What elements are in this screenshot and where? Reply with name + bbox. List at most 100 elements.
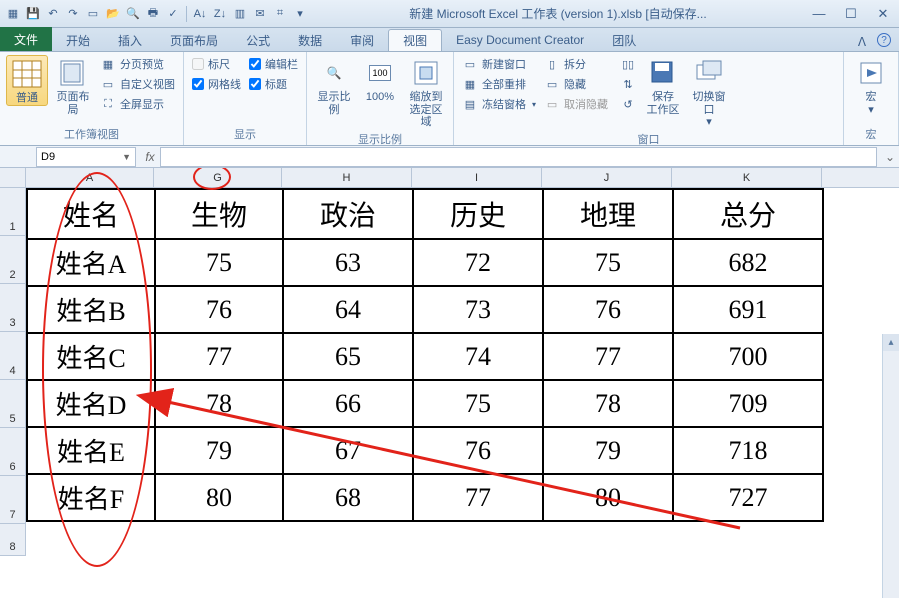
save-workspace-button[interactable]: 保存工作区 [642,55,684,116]
cell-r4-c2[interactable]: 65 [283,333,413,380]
qat-customize-icon[interactable]: ▾ [291,5,309,23]
row-header-2[interactable]: 2 [0,236,26,284]
formula-expand-icon[interactable]: ⌄ [881,150,899,164]
spell-icon[interactable]: ✓ [164,5,182,23]
namebox-dropdown-icon[interactable]: ▼ [122,152,131,162]
tab-page-layout[interactable]: 页面布局 [156,29,232,51]
split-button[interactable]: ▯拆分 [542,55,610,73]
formula-input[interactable] [160,147,877,167]
cell-r3-c2[interactable]: 64 [283,286,413,333]
cell-r1-c5[interactable]: 总分 [673,189,823,239]
row-headers[interactable]: 12345678 [0,188,26,556]
cell-r1-c2[interactable]: 政治 [283,189,413,239]
page-break-preview-button[interactable]: ▦分页预览 [98,55,177,73]
cell-r6-c3[interactable]: 76 [413,427,543,474]
column-header-G[interactable]: G [154,168,282,188]
switch-windows-button[interactable]: 切换窗口▾ [688,55,730,129]
cell-r2-c1[interactable]: 75 [155,239,283,286]
quick-print-icon[interactable]: 🖶 [144,5,162,23]
cell-r5-c4[interactable]: 78 [543,380,673,427]
gridlines-checkbox[interactable]: 网格线 [190,75,243,93]
column-header-extra[interactable] [822,168,899,188]
cell-r7-c4[interactable]: 80 [543,474,673,521]
column-header-J[interactable]: J [542,168,672,188]
sync-scroll-button[interactable]: ⇅ [618,75,638,93]
open-icon[interactable]: 📂 [104,5,122,23]
cell-r3-c3[interactable]: 73 [413,286,543,333]
tab-home[interactable]: 开始 [52,29,104,51]
column-header-H[interactable]: H [282,168,412,188]
headings-checkbox[interactable]: 标题 [247,75,300,93]
cell-r2-c5[interactable]: 682 [673,239,823,286]
cell-r4-c5[interactable]: 700 [673,333,823,380]
minimize-icon[interactable]: — [807,5,831,23]
cell-r5-c0[interactable]: 姓名D [27,380,155,427]
fx-icon[interactable]: fx [140,150,160,164]
column-header-K[interactable]: K [672,168,822,188]
cell-r5-c5[interactable]: 709 [673,380,823,427]
cell-r4-c4[interactable]: 77 [543,333,673,380]
cell-r3-c0[interactable]: 姓名B [27,286,155,333]
name-box[interactable]: D9 ▼ [36,147,136,167]
tab-team[interactable]: 团队 [598,29,650,51]
cell-r4-c0[interactable]: 姓名C [27,333,155,380]
unhide-button[interactable]: ▭取消隐藏 [542,95,610,113]
cell-r3-c4[interactable]: 76 [543,286,673,333]
hundred-percent-button[interactable]: 100 100% [359,55,401,104]
undo-icon[interactable]: ↶ [44,5,62,23]
cell-r2-c3[interactable]: 72 [413,239,543,286]
cell-r3-c5[interactable]: 691 [673,286,823,333]
cell-r7-c2[interactable]: 68 [283,474,413,521]
tab-review[interactable]: 审阅 [336,29,388,51]
select-all-corner[interactable] [0,168,26,188]
cell-r5-c2[interactable]: 66 [283,380,413,427]
cell-r4-c1[interactable]: 77 [155,333,283,380]
cell-r1-c3[interactable]: 历史 [413,189,543,239]
close-icon[interactable]: ✕ [871,5,895,23]
cell-r5-c1[interactable]: 78 [155,380,283,427]
cell-r6-c5[interactable]: 718 [673,427,823,474]
normal-view-button[interactable]: 普通 [6,55,48,106]
new-icon[interactable]: ▭ [84,5,102,23]
calc-icon[interactable]: ⌗ [271,5,289,23]
save-icon[interactable]: 💾 [24,5,42,23]
zoom-to-selection-button[interactable]: 缩放到选定区域 [405,55,447,129]
hide-button[interactable]: ▭隐藏 [542,75,610,93]
sort-asc-icon[interactable]: A↓ [191,5,209,23]
row-header-3[interactable]: 3 [0,284,26,332]
new-window-button[interactable]: ▭新建窗口 [460,55,538,73]
row-header-5[interactable]: 5 [0,380,26,428]
row-header-4[interactable]: 4 [0,332,26,380]
arrange-all-button[interactable]: ▦全部重排 [460,75,538,93]
tab-formulas[interactable]: 公式 [232,29,284,51]
reset-pos-button[interactable]: ↺ [618,95,638,113]
cell-r7-c3[interactable]: 77 [413,474,543,521]
full-screen-button[interactable]: ⛶全屏显示 [98,95,177,113]
row-header-6[interactable]: 6 [0,428,26,476]
row-header-1[interactable]: 1 [0,188,26,236]
macros-button[interactable]: 宏▾ [850,55,892,116]
tab-easy-document-creator[interactable]: Easy Document Creator [442,29,598,51]
cell-r1-c4[interactable]: 地理 [543,189,673,239]
spreadsheet-grid[interactable]: AGHIJK 12345678 姓名生物政治历史地理总分姓名A756372756… [0,168,899,598]
cell-r6-c0[interactable]: 姓名E [27,427,155,474]
cell-r6-c1[interactable]: 79 [155,427,283,474]
scroll-up-icon[interactable]: ▴ [883,334,899,351]
row-header-7[interactable]: 7 [0,476,26,524]
freeze-panes-button[interactable]: ▤冻结窗格▾ [460,95,538,113]
cell-r7-c0[interactable]: 姓名F [27,474,155,521]
cell-r6-c4[interactable]: 79 [543,427,673,474]
column-header-I[interactable]: I [412,168,542,188]
cell-r2-c0[interactable]: 姓名A [27,239,155,286]
redo-icon[interactable]: ↷ [64,5,82,23]
tab-view[interactable]: 视图 [388,29,442,51]
ruler-checkbox[interactable]: 标尺 [190,55,243,73]
cells[interactable]: 姓名生物政治历史地理总分姓名A75637275682姓名B76647376691… [26,188,824,522]
custom-views-button[interactable]: ▭自定义视图 [98,75,177,93]
open-recent-icon[interactable]: ▥ [231,5,249,23]
formula-bar-checkbox[interactable]: 编辑栏 [247,55,300,73]
ribbon-minimize-icon[interactable]: ᐱ [853,33,871,51]
tab-file[interactable]: 文件 [0,27,52,51]
cell-r1-c0[interactable]: 姓名 [27,189,155,239]
help-icon[interactable]: ? [877,33,891,47]
